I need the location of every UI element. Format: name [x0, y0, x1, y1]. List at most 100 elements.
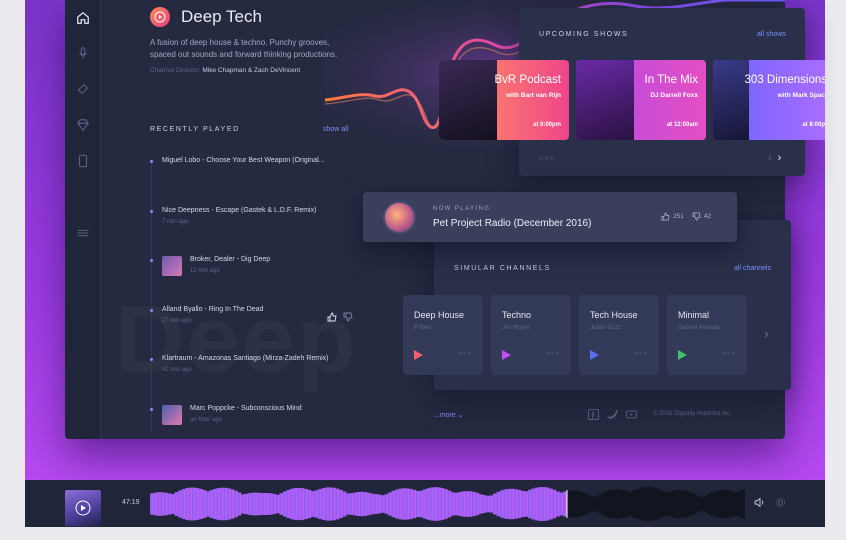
pager-dots[interactable]: ○○○	[539, 155, 555, 162]
waveform-bar	[178, 490, 182, 518]
microphone-icon[interactable]	[74, 44, 92, 62]
waveform-bar	[577, 490, 581, 518]
waveform-bar	[318, 489, 322, 519]
waveform-bar	[314, 490, 319, 518]
more-label[interactable]: ...more	[434, 412, 456, 419]
audio-player: 47:19	[25, 480, 825, 527]
track-title[interactable]: Nice Deepness - Escape (Gastek & L.D.F. …	[162, 207, 316, 214]
more-link[interactable]: ...more ⌄	[434, 411, 464, 419]
show-name: BvR Podcast	[494, 74, 561, 86]
settings-sliders-icon[interactable]	[74, 224, 92, 242]
waveform-bar	[356, 491, 361, 517]
chevron-right-icon[interactable]: ›	[764, 325, 769, 341]
likes[interactable]: 251	[661, 212, 684, 221]
channel-tile[interactable]: Deep House P-Ben ○○○	[403, 295, 483, 375]
waveform-bar	[384, 494, 389, 514]
chevron-left-icon[interactable]: ‹	[768, 152, 772, 164]
list-item[interactable]: Klartraum - Amazonas Santiago (Mirza-Zad…	[150, 355, 410, 385]
list-item[interactable]: Alland Byallo - Ring In The Dead 27 min …	[150, 306, 410, 336]
all-shows-link[interactable]: all shows	[757, 31, 786, 38]
more-options-icon[interactable]: ○○○	[722, 351, 736, 357]
waveform-bar	[402, 488, 406, 520]
show-time: at 9:00pm	[532, 122, 561, 128]
dislikes[interactable]: 42	[692, 212, 711, 221]
track-title[interactable]: Alland Byallo - Ring In The Dead	[162, 306, 263, 313]
player-waveform[interactable]	[150, 486, 745, 522]
waveform-bar	[398, 488, 403, 520]
channel-tile[interactable]: Techno Jon Hoyer ○○○	[491, 295, 571, 375]
list-item[interactable]: Miguel Lobo - Choose Your Best Weapon (O…	[150, 157, 410, 187]
youtube-icon[interactable]	[626, 409, 637, 420]
show-photo	[713, 60, 749, 140]
waveform-bar	[426, 488, 431, 520]
sidebar	[65, 0, 101, 439]
waveform-bar	[202, 490, 207, 518]
waveform-bar	[185, 488, 189, 520]
waveform-bar	[209, 490, 214, 518]
more-options-icon[interactable]: ○○○	[458, 351, 472, 357]
twitter-icon[interactable]	[607, 409, 618, 420]
waveform-bar	[332, 487, 336, 521]
waveform-bar	[678, 489, 683, 519]
waveform-bar	[598, 494, 602, 514]
channel-tile[interactable]: Tech House Julian Guzz ○○○	[579, 295, 659, 375]
show-all-link[interactable]: show all	[323, 126, 348, 133]
waveform-bar	[461, 491, 466, 517]
waveform-bar	[276, 494, 280, 514]
waveform-bar	[342, 491, 347, 517]
waveform-bar	[279, 493, 284, 515]
all-channels-link[interactable]: all channels	[734, 265, 771, 272]
chevron-right-icon[interactable]: ›	[778, 152, 782, 164]
channel-logo[interactable]	[150, 7, 170, 27]
waveform-bar	[496, 491, 501, 517]
waveform-bar	[619, 489, 623, 519]
track-title[interactable]: Klartraum - Amazonas Santiago (Mirza-Zad…	[162, 355, 329, 362]
play-icon[interactable]	[502, 350, 511, 360]
show-card[interactable]: 303 Dimensions with Mark Spac at 8:00p	[713, 60, 825, 140]
now-playing-label: NOW PLAYING	[433, 206, 491, 212]
track-title[interactable]: Miguel Lobo - Choose Your Best Weapon (O…	[162, 157, 325, 164]
more-options-icon[interactable]: ○○○	[634, 351, 648, 357]
waveform-bar	[339, 489, 343, 519]
ticket-icon[interactable]	[74, 80, 92, 98]
player-artwork[interactable]	[65, 490, 101, 526]
play-icon[interactable]	[590, 350, 599, 360]
list-item[interactable]: Marc Poppcke - Subconscious Mind an hour…	[150, 405, 410, 435]
waveform-bar	[475, 492, 480, 516]
show-card[interactable]: BvR Podcast with Bart van Rijn at 9:00pm	[439, 60, 569, 140]
playhead[interactable]	[566, 490, 568, 518]
thumbs-up-icon[interactable]	[327, 312, 337, 322]
track-title[interactable]: Broker, Dealer - Dig Deep	[190, 256, 270, 263]
show-card[interactable]: In The Mix DJ Darrell Foxx at 12:00am	[576, 60, 706, 140]
waveform-bar	[594, 496, 599, 512]
waveform-bar	[346, 493, 350, 515]
channel-tile[interactable]: Minimal Gabriel Ananda ○○○	[667, 295, 747, 375]
now-playing-artwork	[383, 201, 416, 234]
waveform-bar	[717, 490, 721, 518]
now-playing-card[interactable]: NOW PLAYING Pet Project Radio (December …	[363, 192, 737, 242]
thumbs-down-icon[interactable]	[692, 212, 701, 221]
diamond-icon[interactable]	[74, 116, 92, 134]
volume-icon[interactable]	[754, 497, 765, 508]
waveform-bar	[507, 488, 511, 520]
waveform-bar	[696, 495, 700, 513]
list-item[interactable]: Broker, Dealer - Dig Deep 12 min ago	[150, 256, 410, 286]
play-icon[interactable]	[65, 490, 101, 526]
channel-dj: Jon Hoyer	[502, 325, 530, 331]
play-icon[interactable]	[414, 350, 423, 360]
thumbs-down-icon[interactable]	[343, 312, 353, 322]
waveform-bar	[472, 491, 476, 517]
waveform-bar	[587, 494, 592, 514]
thumbs-up-icon[interactable]	[661, 212, 670, 221]
track-title[interactable]: Marc Poppcke - Subconscious Mind	[190, 405, 302, 412]
play-icon[interactable]	[678, 350, 687, 360]
waveform-bar	[699, 497, 704, 511]
more-options-icon[interactable]: ○○○	[546, 351, 560, 357]
waveform-bar	[171, 494, 175, 514]
home-icon[interactable]	[74, 9, 92, 27]
waveform-bar	[720, 489, 725, 519]
mobile-icon[interactable]	[74, 152, 92, 170]
show-host: with Mark Spac	[777, 92, 825, 99]
gear-icon[interactable]	[775, 497, 786, 508]
facebook-icon[interactable]	[588, 409, 599, 420]
